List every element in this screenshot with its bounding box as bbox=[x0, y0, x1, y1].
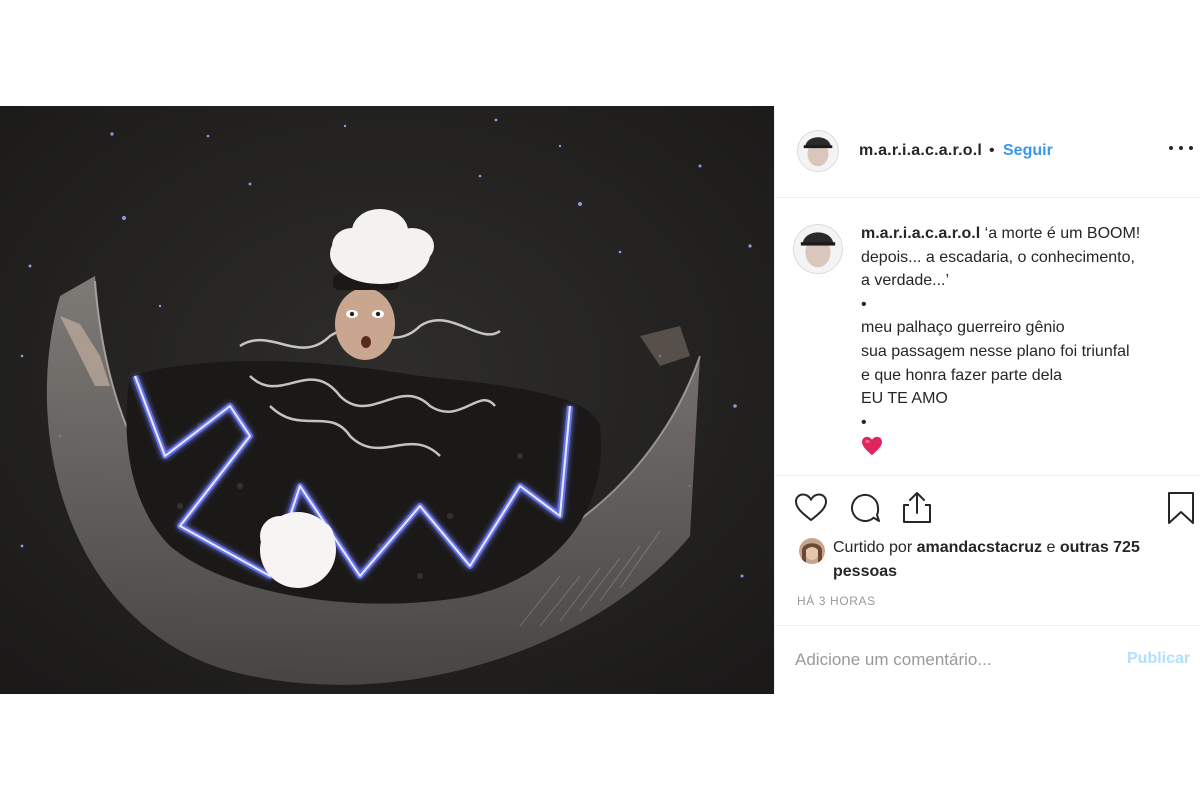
liker-avatar[interactable] bbox=[799, 538, 825, 564]
more-dot bbox=[1169, 146, 1173, 150]
bookmark-icon[interactable] bbox=[1163, 490, 1199, 526]
author-avatar[interactable] bbox=[797, 130, 839, 172]
follow-button[interactable]: Seguir bbox=[1003, 142, 1053, 160]
caption-line: meu palhaço guerreiro gênio bbox=[861, 319, 1065, 337]
more-dot bbox=[1189, 146, 1193, 150]
heart-icon[interactable] bbox=[793, 490, 829, 526]
caption-area: m.a.r.i.a.c.a.r.o.l ‘a morte é um BOOM! … bbox=[775, 198, 1200, 476]
caption-line: • bbox=[861, 295, 867, 313]
separator-dot: • bbox=[989, 142, 995, 159]
more-options-icon[interactable] bbox=[1169, 136, 1193, 160]
caption-line: e que honra fazer parte dela bbox=[861, 366, 1063, 384]
instagram-post: m.a.r.i.a.c.a.r.o.l • Seguir m.a.r.i.a.c… bbox=[0, 106, 1200, 694]
author-username[interactable]: m.a.r.i.a.c.a.r.o.l bbox=[859, 142, 982, 160]
caption-line: sua passagem nesse plano foi triunfal bbox=[861, 342, 1130, 360]
caption-line bbox=[861, 434, 1191, 458]
share-icon[interactable] bbox=[899, 490, 935, 526]
caption-line: • bbox=[861, 413, 867, 431]
post-timestamp[interactable]: HÁ 3 HORAS bbox=[797, 594, 876, 608]
caption-line: depois... a escadaria, o conhecimento, bbox=[861, 248, 1135, 266]
comment-bar: Publicar bbox=[775, 626, 1200, 694]
caption-username[interactable]: m.a.r.i.a.c.a.r.o.l bbox=[861, 225, 980, 242]
profile-picture bbox=[798, 131, 838, 171]
profile-picture bbox=[794, 225, 842, 273]
comment-input[interactable] bbox=[795, 646, 1105, 674]
post-header: m.a.r.i.a.c.a.r.o.l • Seguir bbox=[775, 106, 1200, 198]
red-heart-icon bbox=[862, 437, 882, 456]
likes-text: Curtido por amandacstacruz e outras 725 … bbox=[833, 536, 1153, 584]
comment-icon[interactable] bbox=[847, 490, 883, 526]
caption-text: ‘a morte é um BOOM! bbox=[984, 225, 1141, 242]
caption-line: EU TE AMO bbox=[861, 390, 948, 408]
caption-line: m.a.r.i.a.c.a.r.o.l ‘a morte é um BOOM! bbox=[861, 222, 1191, 246]
post-actions: Curtido por amandacstacruz e outras 725 … bbox=[775, 476, 1200, 626]
likes-prefix: Curtido por bbox=[833, 539, 913, 556]
caption-author-avatar[interactable] bbox=[793, 224, 843, 274]
caption-line: a verdade...’ bbox=[861, 272, 950, 290]
clown-on-crescent-moon-image bbox=[0, 106, 774, 694]
likes-conjunction: e bbox=[1046, 539, 1056, 556]
post-photo[interactable] bbox=[0, 106, 774, 694]
publish-button[interactable]: Publicar bbox=[1127, 650, 1190, 668]
post-caption: m.a.r.i.a.c.a.r.o.l ‘a morte é um BOOM! … bbox=[861, 222, 1191, 458]
more-dot bbox=[1179, 146, 1183, 150]
liker-username[interactable]: amandacstacruz bbox=[917, 539, 1042, 556]
post-side-panel: m.a.r.i.a.c.a.r.o.l • Seguir m.a.r.i.a.c… bbox=[774, 106, 1200, 694]
